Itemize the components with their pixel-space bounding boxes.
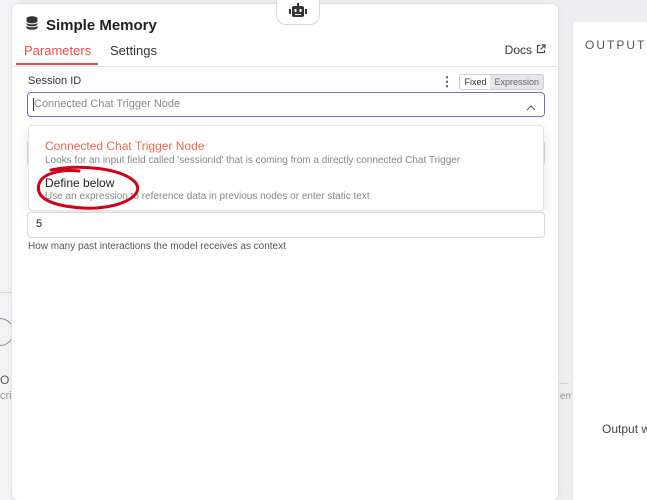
output-title: OUTPUT [585,38,647,52]
database-icon [26,16,38,35]
external-link-icon [536,43,546,57]
context-window-length-input[interactable]: 5 [27,212,545,238]
tab-parameters[interactable]: Parameters [24,43,91,58]
context-window-hint: How many past interactions the model rec… [28,241,286,252]
panel-title: Simple Memory [46,17,157,34]
chevron-up-icon[interactable] [526,99,536,117]
session-id-label: Session ID [28,75,82,87]
session-id-dropdown: Connected Chat Trigger Node Looks for an… [28,125,544,211]
more-options-icon[interactable]: ⋮ [440,75,453,88]
tab-settings[interactable]: Settings [110,43,157,58]
session-id-select[interactable]: Connected Chat Trigger Node [27,92,545,117]
canvas-divider [557,383,569,384]
session-id-select-value: Connected Chat Trigger Node [34,98,181,110]
canvas-text-fragment: O [0,373,10,387]
output-panel: OUTPUT Output w [572,22,647,500]
docs-label: Docs [504,43,532,57]
fixed-expression-toggle[interactable]: Fixed Expression [459,74,544,90]
toggle-fixed[interactable]: Fixed [460,75,491,89]
panel-header: Simple Memory [26,16,157,35]
toggle-expression[interactable]: Expression [490,75,543,89]
active-tab-indicator [16,63,98,65]
docs-link[interactable]: Docs [505,43,546,57]
canvas-text-fragment: cri [0,390,12,402]
red-circle-annotation [36,165,139,210]
context-window-length-value: 5 [36,218,43,230]
tab-bar: Parameters Settings [12,42,558,67]
robot-icon [276,0,320,25]
fixed-expression-control: ⋮ Fixed Expression [440,74,544,90]
option-title: Connected Chat Trigger Node [45,139,205,153]
node-settings-panel: Simple Memory Parameters Settings Docs S… [12,0,558,500]
output-message: Output w [602,422,647,436]
